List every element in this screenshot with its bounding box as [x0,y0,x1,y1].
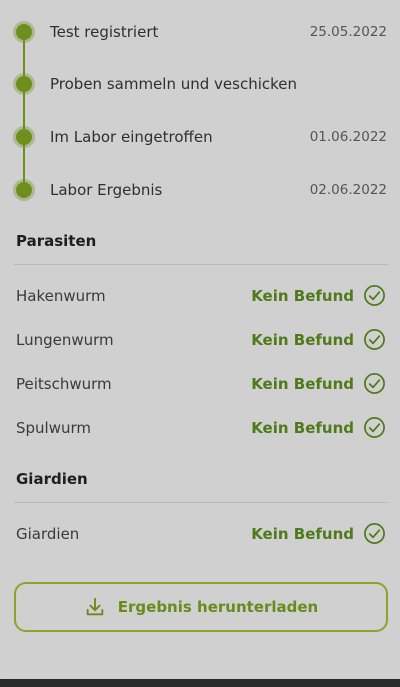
result-status: Kein Befund [251,419,354,437]
timeline-step-registered: Test registriert 25.05.2022 [0,20,400,44]
result-status: Kein Befund [251,287,354,305]
result-row: Spulwurm Kein Befund [0,416,400,440]
timeline-step-collect: Proben sammeln und veschicken [0,72,400,96]
parasite-name: Giardien [16,525,80,543]
result-row: Lungenwurm Kein Befund [0,328,400,352]
result-status: Kein Befund [251,375,354,393]
result-status: Kein Befund [251,331,354,349]
download-icon [86,597,104,616]
timeline-step-label: Im Labor eingetroffen [50,128,213,146]
timeline-step-lab-result: Labor Ergebnis 02.06.2022 [0,178,400,202]
check-circle-icon [364,329,385,350]
download-button-label: Ergebnis herunterladen [117,598,319,616]
result-row: Hakenwurm Kein Befund [0,284,400,308]
timeline-step-lab-arrived: Im Labor eingetroffen 01.06.2022 [0,125,400,149]
timeline-dot-icon [16,24,32,40]
section-title-parasiten: Parasiten [16,232,97,250]
result-status: Kein Befund [251,525,354,543]
parasite-name: Lungenwurm [16,331,114,349]
timeline-line [23,32,25,190]
result-row: Peitschwurm Kein Befund [0,372,400,396]
timeline-step-label: Labor Ergebnis [50,181,163,199]
parasite-name: Hakenwurm [16,287,106,305]
parasite-name: Spulwurm [16,419,92,437]
timeline-step-label: Test registriert [50,23,159,41]
check-circle-icon [364,373,385,394]
timeline-dot-icon [16,76,32,92]
timeline-dot-icon [16,182,32,198]
section-divider [14,264,388,265]
timeline-step-date: 25.05.2022 [309,24,387,40]
timeline-dot-icon [16,129,32,145]
check-circle-icon [364,417,385,438]
timeline-step-date: 01.06.2022 [309,129,387,145]
check-circle-icon [364,523,385,544]
result-row: Giardien Kein Befund [0,522,400,546]
check-circle-icon [364,285,385,306]
result-screen: Test registriert 25.05.2022 Proben samme… [0,0,400,687]
timeline-step-label: Proben sammeln und veschicken [50,75,298,93]
section-title-giardien: Giardien [16,470,88,488]
parasite-name: Peitschwurm [16,375,112,393]
section-divider [14,502,388,503]
download-result-button[interactable]: Ergebnis herunterladen [14,582,388,632]
timeline-step-date: 02.06.2022 [309,182,387,198]
